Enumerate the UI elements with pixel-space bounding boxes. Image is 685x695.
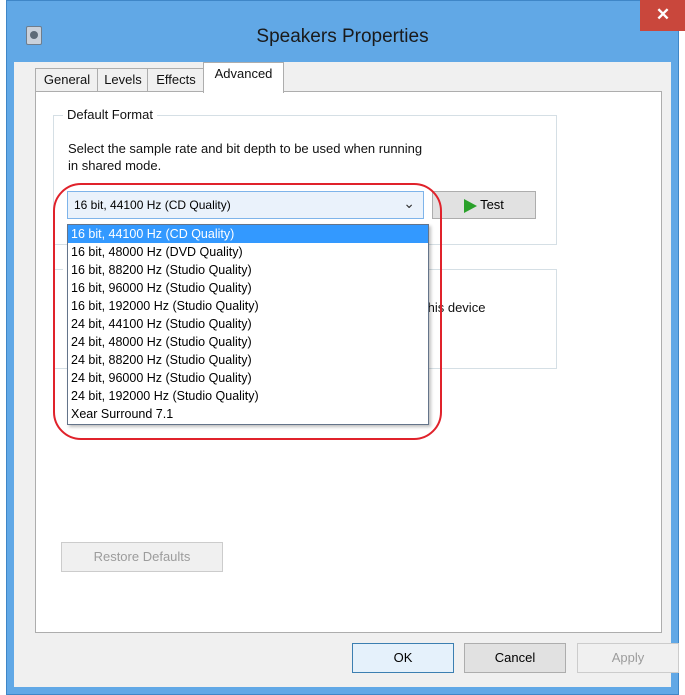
dropdown-option[interactable]: 24 bit, 48000 Hz (Studio Quality) [68, 333, 428, 351]
tab-general[interactable]: General [35, 68, 99, 92]
default-format-description-line1: Select the sample rate and bit depth to … [68, 141, 423, 156]
chevron-down-icon: ⌄ [403, 195, 415, 211]
default-format-selected-value: 16 bit, 44100 Hz (CD Quality) [74, 198, 231, 212]
dropdown-option[interactable]: 24 bit, 192000 Hz (Studio Quality) [68, 387, 428, 405]
exclusive-mode-description: this device [424, 300, 486, 315]
title-bar[interactable]: Speakers Properties [6, 0, 679, 62]
dropdown-option[interactable]: 16 bit, 48000 Hz (DVD Quality) [68, 243, 428, 261]
dropdown-option[interactable]: 16 bit, 96000 Hz (Studio Quality) [68, 279, 428, 297]
dropdown-option[interactable]: 24 bit, 44100 Hz (Studio Quality) [68, 315, 428, 333]
ok-button[interactable]: OK [352, 643, 454, 673]
default-format-label: Default Format [63, 107, 157, 122]
dropdown-option[interactable]: Xear Surround 7.1 [68, 405, 428, 423]
window-title: Speakers Properties [256, 26, 429, 47]
test-button[interactable]: Test [432, 191, 536, 219]
restore-defaults-button[interactable]: Restore Defaults [61, 542, 223, 572]
dropdown-option[interactable]: 24 bit, 88200 Hz (Studio Quality) [68, 351, 428, 369]
test-button-label: Test [480, 197, 504, 212]
tab-effects[interactable]: Effects [147, 68, 205, 92]
tab-advanced[interactable]: Advanced [203, 62, 284, 93]
play-icon [464, 198, 478, 213]
dropdown-option[interactable]: 16 bit, 192000 Hz (Studio Quality) [68, 297, 428, 315]
apply-button[interactable]: Apply [577, 643, 679, 673]
cancel-button[interactable]: Cancel [464, 643, 566, 673]
dropdown-option[interactable]: 24 bit, 96000 Hz (Studio Quality) [68, 369, 428, 387]
default-format-select[interactable]: 16 bit, 44100 Hz (CD Quality) ⌄ [67, 191, 424, 219]
sample-rate-dropdown-list[interactable]: 16 bit, 44100 Hz (CD Quality) 16 bit, 48… [67, 224, 429, 425]
dropdown-option-selected[interactable]: 16 bit, 44100 Hz (CD Quality) [68, 225, 428, 243]
close-button[interactable]: ✕ [640, 0, 685, 31]
tab-levels[interactable]: Levels [97, 68, 149, 92]
dropdown-option[interactable]: 16 bit, 88200 Hz (Studio Quality) [68, 261, 428, 279]
default-format-description-line2: in shared mode. [68, 158, 162, 173]
